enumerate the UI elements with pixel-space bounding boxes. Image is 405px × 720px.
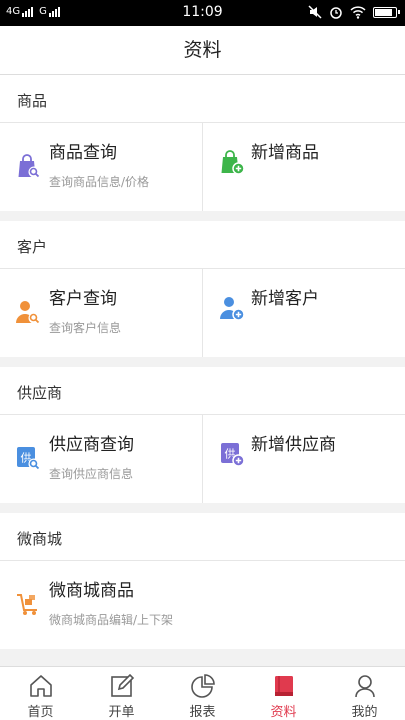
cell-subtitle: 微商城商品编辑/上下架 — [49, 613, 174, 627]
bottom-tab-bar: 首页 开单 报表 资料 我的 — [0, 666, 405, 720]
pie-chart-icon — [190, 674, 215, 698]
customer-query-button[interactable]: 客户查询 查询客户信息 — [0, 269, 202, 357]
supplier-add-icon: 供 — [221, 443, 245, 467]
add-product-button[interactable]: 新增商品 — [202, 123, 404, 211]
user-icon — [354, 675, 375, 698]
cell-title: 新增商品 — [251, 143, 319, 163]
suppliers-row: 供 供应商查询 查询供应商信息 供 新增供应商 — [0, 415, 405, 503]
cell-subtitle: 查询客户信息 — [49, 321, 122, 335]
navbar: 资料 — [0, 26, 405, 75]
microstore-row: 微商城商品 微商城商品编辑/上下架 — [0, 561, 405, 649]
supplier-search-icon: 供 — [17, 447, 40, 470]
microstore-products-button[interactable]: 微商城商品 微商城商品编辑/上下架 — [0, 561, 405, 649]
section-title: 微商城 — [17, 530, 63, 548]
tab-label: 首页 — [27, 705, 54, 720]
edit-icon — [110, 673, 134, 697]
products-row: 商品查询 查询商品信息/价格 新增商品 — [0, 123, 405, 211]
cart-icon — [17, 594, 37, 615]
tab-reports[interactable]: 报表 — [162, 667, 243, 720]
mute-icon — [308, 5, 322, 19]
tab-order[interactable]: 开单 — [81, 667, 162, 720]
bag-search-icon — [18, 154, 40, 178]
add-supplier-button[interactable]: 供 新增供应商 — [202, 415, 404, 503]
tab-home[interactable]: 首页 — [0, 667, 81, 720]
supplier-query-button[interactable]: 供 供应商查询 查询供应商信息 — [0, 415, 202, 503]
bag-add-icon — [221, 150, 245, 175]
tab-label: 报表 — [189, 705, 216, 720]
person-add-icon — [220, 297, 245, 321]
section-title: 供应商 — [17, 384, 63, 402]
tab-data[interactable]: 资料 — [243, 667, 324, 720]
cell-title: 商品查询 — [49, 143, 117, 163]
cell-title: 供应商查询 — [49, 435, 134, 455]
customers-row: 客户查询 查询客户信息 新增客户 — [0, 269, 405, 357]
cell-subtitle: 查询供应商信息 — [49, 467, 134, 481]
add-customer-button[interactable]: 新增客户 — [202, 269, 404, 357]
alarm-icon — [330, 7, 342, 19]
status-icons — [308, 5, 400, 19]
status-bar: 4G G 11:09 — [0, 0, 405, 26]
cell-title: 客户查询 — [49, 289, 117, 309]
cell-title: 新增客户 — [251, 289, 319, 309]
home-icon — [29, 675, 52, 697]
section-title: 商品 — [17, 92, 48, 110]
tab-label: 资料 — [270, 705, 297, 720]
person-search-icon — [16, 301, 40, 324]
tab-me[interactable]: 我的 — [324, 667, 405, 720]
tab-label: 开单 — [108, 705, 135, 720]
product-query-button[interactable]: 商品查询 查询商品信息/价格 — [0, 123, 202, 211]
cell-title: 新增供应商 — [251, 435, 336, 455]
section-header-microstore: 微商城 — [0, 513, 405, 561]
battery-icon — [373, 6, 400, 18]
cell-title: 微商城商品 — [49, 581, 134, 601]
section-title: 客户 — [17, 238, 48, 256]
section-header-products: 商品 — [0, 75, 405, 123]
wifi-icon — [350, 5, 366, 19]
cell-subtitle: 查询商品信息/价格 — [49, 175, 150, 189]
section-header-suppliers: 供应商 — [0, 367, 405, 415]
page-title: 资料 — [183, 39, 222, 61]
tab-label: 我的 — [351, 705, 378, 720]
book-icon — [274, 676, 293, 696]
section-header-customers: 客户 — [0, 221, 405, 269]
